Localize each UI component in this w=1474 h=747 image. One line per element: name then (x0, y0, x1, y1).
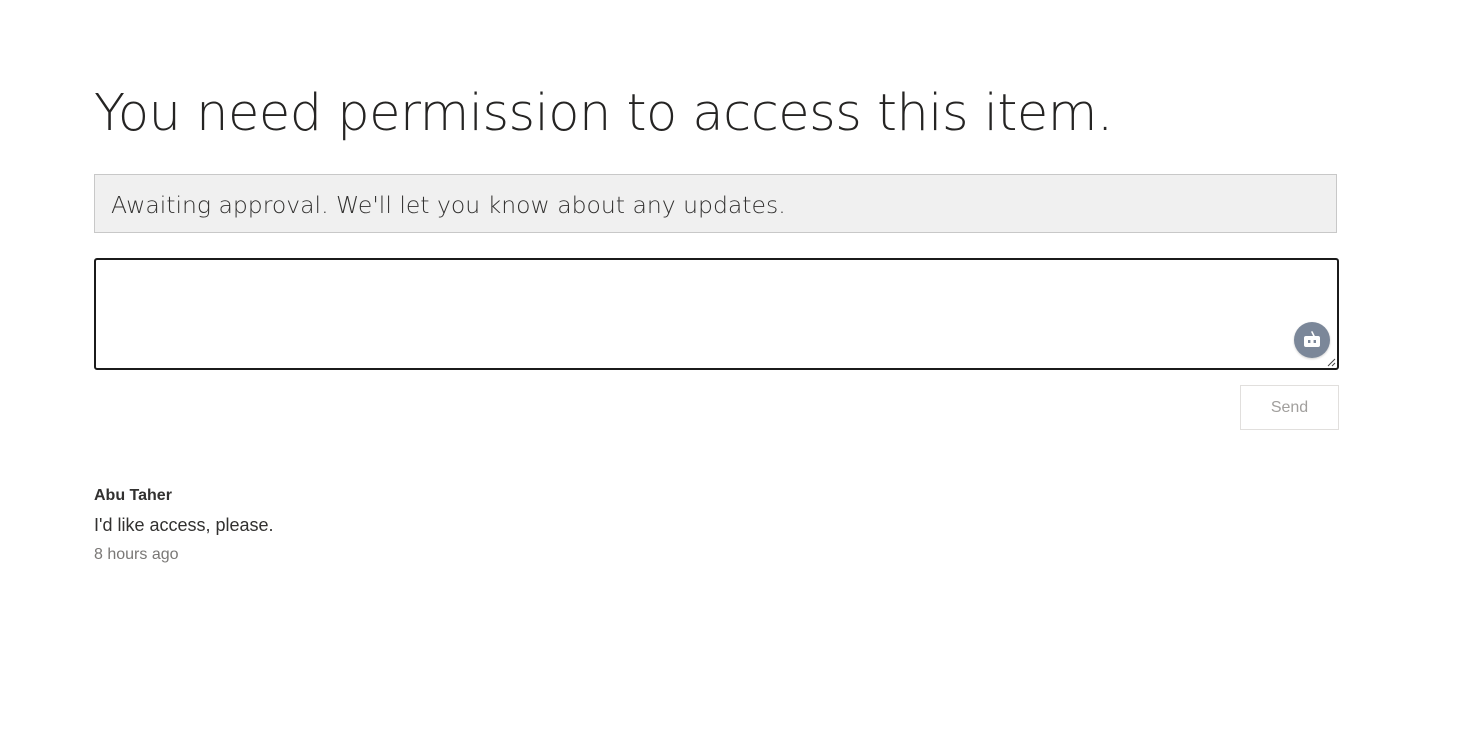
request-message: I'd like access, please. (94, 515, 274, 535)
send-button[interactable]: Send (1240, 385, 1339, 430)
resize-grip-icon[interactable] (1326, 357, 1336, 367)
page-title: You need permission to access this item. (94, 84, 1113, 143)
request-author: Abu Taher (94, 487, 172, 504)
status-message: Awaiting approval. We'll let you know ab… (111, 191, 786, 219)
robot-icon[interactable] (1294, 322, 1330, 358)
status-banner: Awaiting approval. We'll let you know ab… (94, 174, 1337, 233)
message-input[interactable] (96, 260, 1337, 368)
request-list-item: Abu Taher I'd like access, please. 8 hou… (94, 486, 274, 565)
message-field-container (94, 258, 1339, 370)
request-timestamp: 8 hours ago (94, 546, 179, 563)
